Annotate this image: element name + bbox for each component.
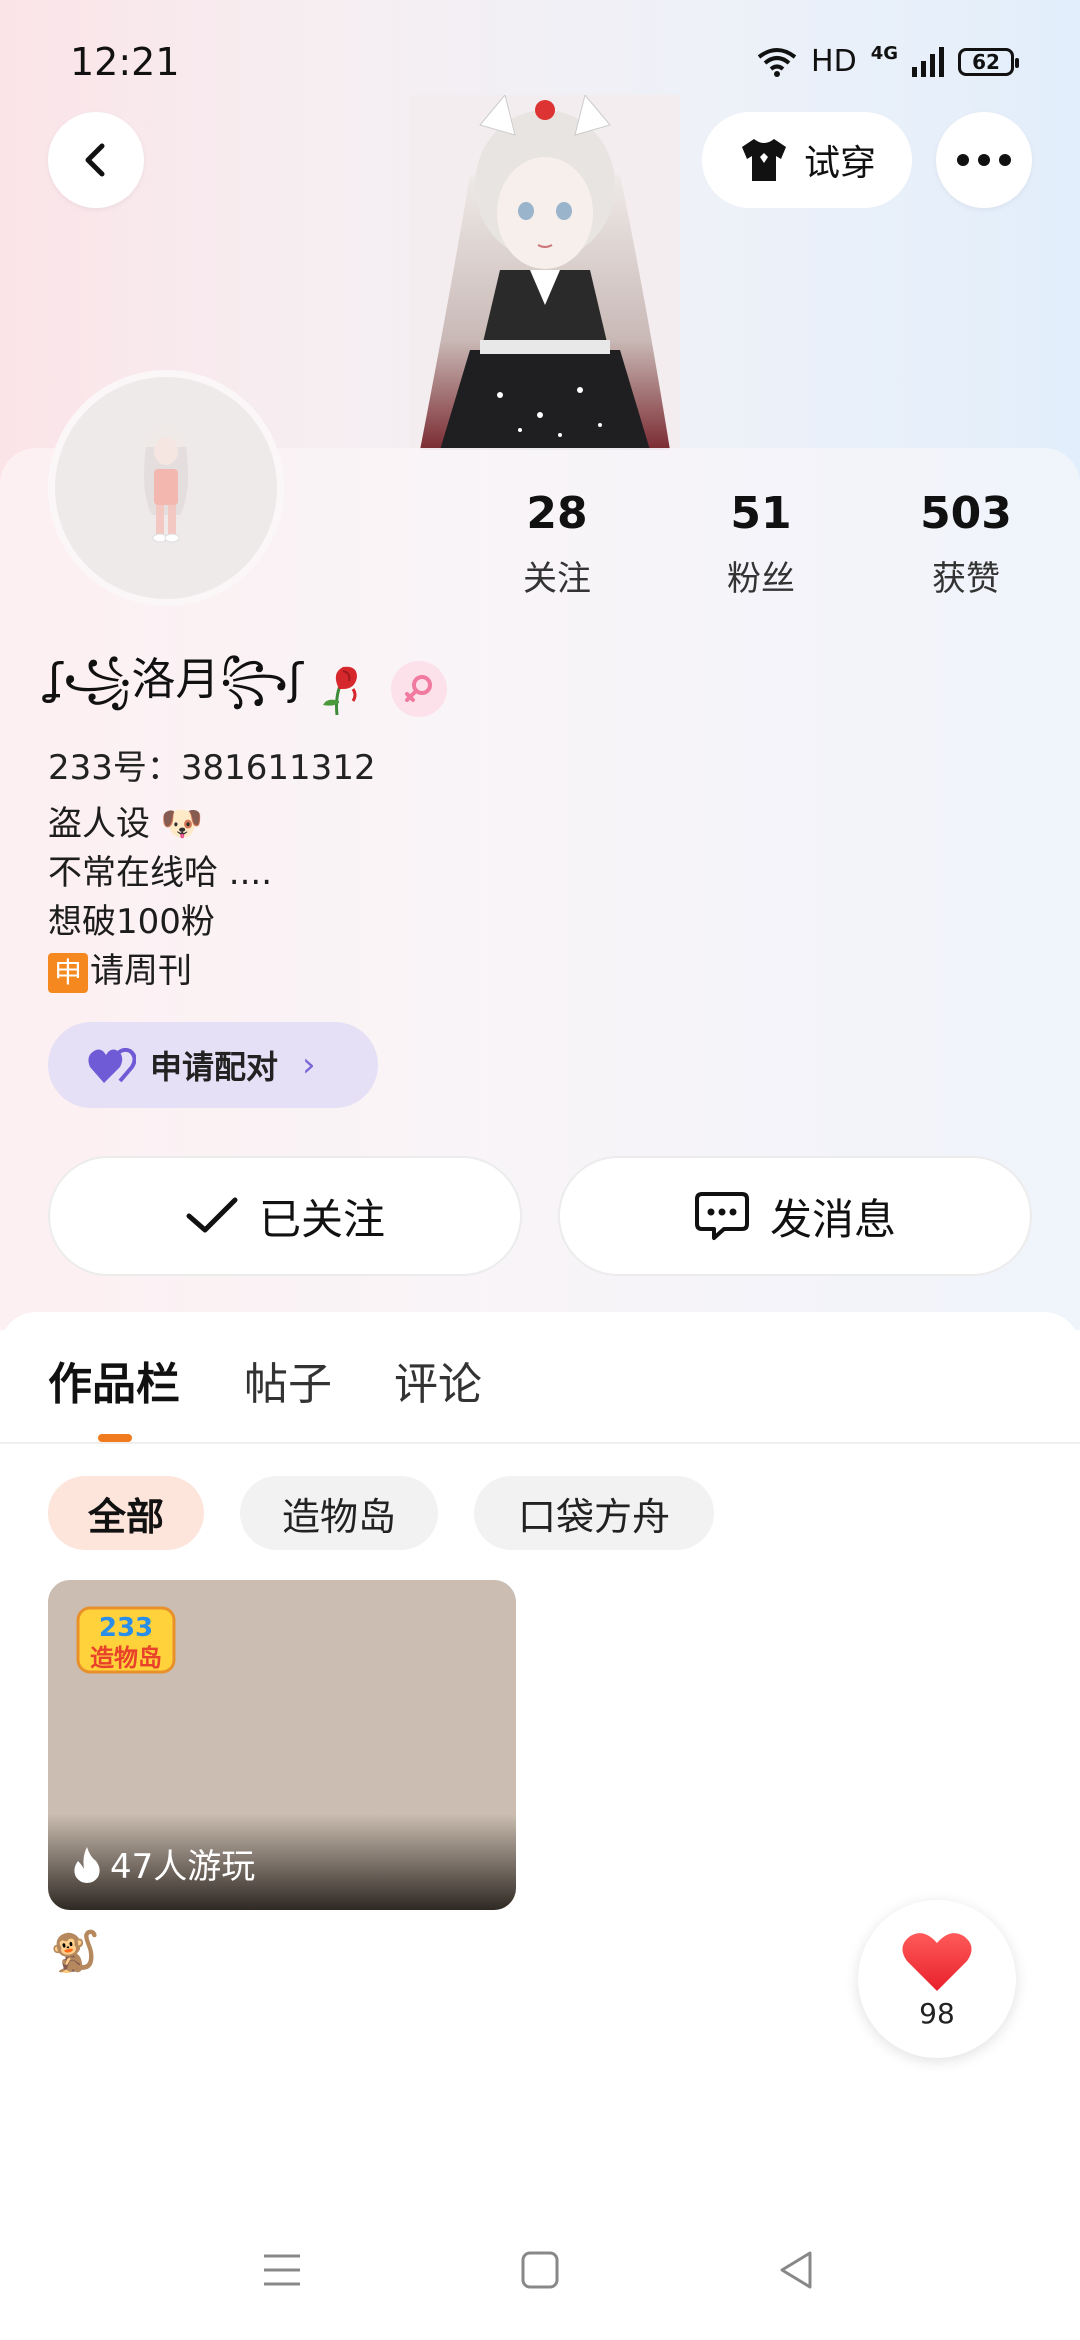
stat-label: 关注 (523, 559, 591, 599)
tshirt-icon (741, 139, 786, 181)
double-heart-icon (88, 1047, 136, 1083)
flame-icon (74, 1846, 100, 1883)
stat-value: 503 (920, 488, 1012, 539)
back-triangle-icon[interactable] (776, 2250, 816, 2290)
plays-count: 47人游玩 (110, 1847, 256, 1887)
signal-icon (912, 46, 944, 77)
request-pair-button[interactable]: 申请配对 › (48, 1022, 378, 1108)
heart-icon (902, 1932, 972, 1991)
nickname-row: ʆ꧁洛月꧂ʃ (48, 654, 448, 724)
bio-line-text: 请周刊 (90, 951, 192, 991)
bio-line: 盗人设 🐶 (48, 804, 204, 844)
avatar-figure (144, 427, 188, 543)
bio-line: 不常在线哈 .... (48, 853, 273, 893)
tab-works[interactable]: 作品栏 (48, 1348, 180, 1412)
status-icons: HD 4G 62 (757, 43, 1019, 79)
user-id: 233号：381611312 (48, 748, 376, 788)
send-message-button[interactable]: 发消息 (558, 1156, 1032, 1276)
more-dots-icon (957, 154, 1011, 166)
network-type: 4G (870, 43, 898, 64)
stat-likes[interactable]: 503 获赞 (876, 488, 1056, 600)
system-nav-bar (0, 2220, 1080, 2340)
nickname: ʆ꧁洛月꧂ʃ (48, 654, 304, 705)
monkey-emoji-icon: 🐒 (50, 1929, 100, 1975)
checkmark-icon (186, 1197, 238, 1233)
pair-label: 申请配对 (150, 1048, 279, 1086)
home-icon[interactable] (520, 2250, 560, 2290)
wilted-rose-icon (323, 666, 358, 716)
tab-divider (0, 1442, 1080, 1444)
bio-line: 想破100粉 (48, 902, 215, 942)
female-gender-icon (391, 661, 448, 717)
more-options-button[interactable] (936, 112, 1032, 208)
hd-indicator: HD (811, 44, 857, 79)
shen-badge: 申 (48, 952, 88, 993)
wifi-icon (757, 47, 797, 77)
status-bar: 12:21 HD 4G 62 (0, 0, 1080, 130)
try-on-button[interactable]: 试穿 (702, 112, 912, 208)
bio-line-4: 申请周刊 (48, 947, 272, 996)
stat-value: 51 (730, 488, 792, 539)
bio: 盗人设 🐶 不常在线哈 .... 想破100粉 申请周刊 (48, 800, 272, 996)
work-plays: 47人游玩 (72, 1839, 255, 1888)
stat-label: 获赞 (932, 559, 1000, 599)
tab-indicator (98, 1434, 132, 1442)
followed-label: 已关注 (258, 1194, 385, 1244)
chevron-left-icon (85, 143, 105, 177)
like-count: 98 (919, 1996, 955, 2030)
try-on-label: 试穿 (803, 143, 876, 184)
filter-pocket-ark[interactable]: 口袋方舟 (474, 1476, 714, 1550)
menu-icon[interactable] (262, 2250, 302, 2290)
filter-all[interactable]: 全部 (48, 1476, 204, 1550)
followed-button[interactable]: 已关注 (48, 1156, 522, 1276)
chat-bubble-icon (694, 1192, 749, 1240)
stat-following[interactable]: 28 关注 (467, 488, 647, 600)
status-time: 12:21 (70, 40, 180, 84)
svg-text:233: 233 (99, 1613, 153, 1643)
tab-comments[interactable]: 评论 (394, 1348, 482, 1412)
send-message-label: 发消息 (769, 1194, 896, 1244)
chevron-right-icon: › (302, 1045, 316, 1085)
stat-label: 粉丝 (727, 559, 795, 599)
back-button[interactable] (48, 112, 144, 208)
svg-text:造物岛: 造物岛 (90, 1644, 162, 1672)
like-floating-button[interactable]: 98 (858, 1900, 1016, 2058)
stat-followers[interactable]: 51 粉丝 (671, 488, 851, 600)
stat-value: 28 (526, 488, 588, 539)
creation-island-logo: 233 造物岛 (76, 1606, 176, 1674)
battery-icon: 62 (958, 47, 1019, 76)
tab-posts[interactable]: 帖子 (244, 1348, 332, 1412)
avatar-character-illustration (410, 95, 680, 450)
work-card[interactable]: 233 造物岛 47人游玩 (48, 1580, 516, 1910)
avatar[interactable] (48, 370, 284, 606)
filter-creation-island[interactable]: 造物岛 (240, 1476, 438, 1550)
